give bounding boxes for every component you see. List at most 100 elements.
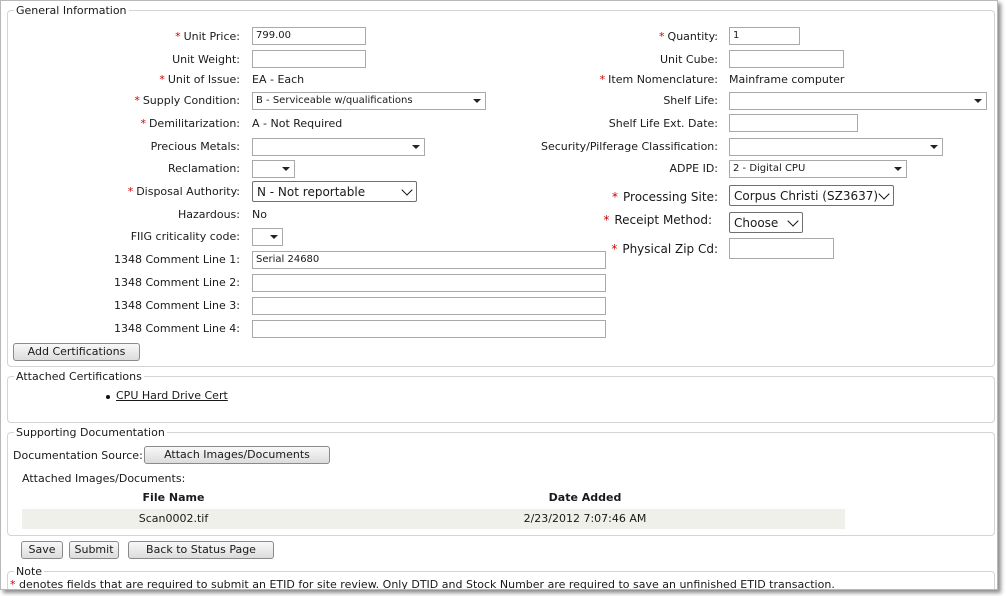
add-certifications-button[interactable]: Add Certifications — [13, 343, 140, 361]
section-title: Attached Certifications — [16, 370, 142, 383]
fiig-criticality-select[interactable] — [252, 228, 283, 246]
demilitarization-label: * Demilitarization: — [140, 115, 240, 133]
adpe-id-select[interactable]: 2 - Digital CPU — [729, 160, 907, 178]
required-marker: * — [175, 30, 181, 43]
dropdown-arrow-icon — [894, 167, 902, 171]
submit-button[interactable]: Submit — [69, 541, 119, 559]
shelf-life-label: Shelf Life: — [663, 94, 718, 107]
unit-cube-label: Unit Cube: — [660, 53, 718, 66]
unit-weight-input[interactable] — [252, 50, 366, 68]
security-pilferage-select[interactable] — [729, 138, 943, 156]
label-text: Quantity: — [667, 30, 718, 43]
label-text: Disposal Authority: — [136, 185, 240, 198]
disposal-authority-select[interactable]: N - Not reportable — [252, 181, 417, 202]
item-nomenclature-label: * Item Nomenclature: — [600, 71, 718, 89]
dropdown-arrow-icon — [282, 167, 290, 171]
comment-line-4-label: 1348 Comment Line 4: — [113, 322, 240, 335]
required-marker: * — [659, 30, 665, 43]
shelf-life-ext-date-input[interactable] — [729, 114, 858, 132]
etid-form-window: General Information * Unit Price: 799.00 … — [0, 0, 998, 590]
chevron-down-icon — [878, 188, 890, 200]
column-header-date: Date Added — [548, 491, 622, 504]
shelf-life-ext-date-label: Shelf Life Ext. Date: — [608, 117, 718, 130]
section-title: Supporting Documentation — [16, 426, 165, 439]
supply-condition-select[interactable]: B - Serviceable w/qualifications — [252, 92, 486, 110]
required-marker: * — [603, 213, 610, 227]
disposal-authority-label: * Disposal Authority: — [128, 183, 240, 201]
dropdown-arrow-icon — [412, 145, 420, 149]
required-marker: * — [10, 578, 16, 590]
comment-line-2-label: 1348 Comment Line 2: — [113, 276, 240, 289]
reclamation-label: Reclamation: — [168, 162, 240, 175]
selected-value: Choose — [734, 216, 779, 230]
certification-link[interactable]: CPU Hard Drive Cert — [116, 388, 228, 404]
column-header-file: File Name — [142, 491, 205, 504]
note-body: denotes fields that are required to subm… — [19, 578, 835, 590]
comment-line-2-input[interactable] — [252, 274, 606, 292]
dropdown-arrow-icon — [930, 145, 938, 149]
label-text: Item Nomenclature: — [608, 73, 718, 86]
selected-value: Corpus Christi (SZ3637) — [734, 189, 879, 203]
comment-line-3-label: 1348 Comment Line 3: — [113, 299, 240, 312]
processing-site-label: * Processing Site: — [612, 187, 718, 207]
required-marker: * — [611, 242, 618, 256]
label-text: Supply Condition: — [142, 94, 240, 107]
physical-zip-input[interactable] — [729, 238, 834, 259]
back-to-status-button[interactable]: Back to Status Page — [128, 541, 274, 559]
comment-line-4-input[interactable] — [252, 320, 606, 338]
label-text: Processing Site: — [623, 190, 718, 204]
label-text: Physical Zip Cd: — [622, 242, 718, 256]
item-nomenclature-value: Mainframe computer — [729, 73, 845, 86]
bullet-icon — [106, 395, 110, 399]
table-row[interactable]: Scan0002.tif 2/23/2012 7:07:46 AM — [22, 509, 845, 529]
unit-of-issue-value: EA - Each — [252, 73, 305, 86]
label-text: Demilitarization: — [148, 117, 240, 130]
supply-condition-label: * Supply Condition: — [134, 92, 240, 110]
selected-value: N - Not reportable — [257, 185, 366, 199]
comment-line-3-input[interactable] — [252, 297, 606, 315]
comment-line-1-input[interactable]: Serial 24680 — [252, 251, 606, 269]
hazardous-label: Hazardous: — [178, 208, 240, 221]
unit-cube-input[interactable] — [729, 50, 844, 68]
fiig-criticality-label: FIIG criticality code: — [130, 230, 240, 243]
physical-zip-label: * Physical Zip Cd: — [611, 239, 718, 259]
label-text: Unit of Issue: — [167, 73, 240, 86]
file-name-cell: Scan0002.tif — [138, 512, 209, 525]
quantity-input[interactable]: 1 — [729, 27, 800, 45]
save-button[interactable]: Save — [21, 541, 63, 559]
unit-price-input[interactable]: 799.00 — [252, 27, 366, 45]
attach-documents-button[interactable]: Attach Images/Documents — [144, 446, 330, 464]
attached-documents-label: Attached Images/Documents: — [22, 472, 186, 485]
label-text: Unit Price: — [183, 30, 240, 43]
unit-of-issue-label: * Unit of Issue: — [159, 71, 240, 89]
documents-table-header: File Name Date Added — [22, 490, 845, 508]
unit-price-label: * Unit Price: — [175, 28, 240, 46]
dropdown-arrow-icon — [974, 99, 982, 103]
required-marker: * — [127, 185, 134, 198]
adpe-id-label: ADPE ID: — [669, 162, 719, 175]
selected-value: B - Serviceable w/qualifications — [256, 95, 413, 106]
dropdown-arrow-icon — [473, 99, 481, 103]
processing-site-select[interactable]: Corpus Christi (SZ3637) — [729, 185, 894, 206]
required-marker: * — [612, 190, 619, 204]
precious-metals-select[interactable] — [252, 138, 425, 156]
chevron-down-icon — [787, 215, 799, 227]
quantity-label: * Quantity: — [659, 28, 718, 46]
comment-line-1-label: 1348 Comment Line 1: — [113, 253, 240, 266]
note-text: * denotes fields that are required to su… — [10, 578, 835, 590]
required-marker: * — [140, 117, 146, 130]
precious-metals-label: Precious Metals: — [150, 140, 240, 153]
receipt-method-label: * Receipt Method: — [603, 210, 712, 230]
demilitarization-value: A - Not Required — [252, 117, 343, 130]
selected-value: 2 - Digital CPU — [733, 163, 806, 174]
unit-weight-label: Unit Weight: — [172, 53, 240, 66]
dropdown-arrow-icon — [270, 235, 278, 239]
shelf-life-select[interactable] — [729, 92, 987, 110]
security-pilferage-label: Security/Pilferage Classification: — [540, 140, 718, 153]
section-title: General Information — [16, 4, 127, 17]
required-marker: * — [599, 73, 606, 86]
receipt-method-select[interactable]: Choose — [729, 212, 803, 233]
section-title: Note — [16, 565, 43, 578]
reclamation-select[interactable] — [252, 160, 295, 178]
label-text: Receipt Method: — [614, 213, 712, 227]
